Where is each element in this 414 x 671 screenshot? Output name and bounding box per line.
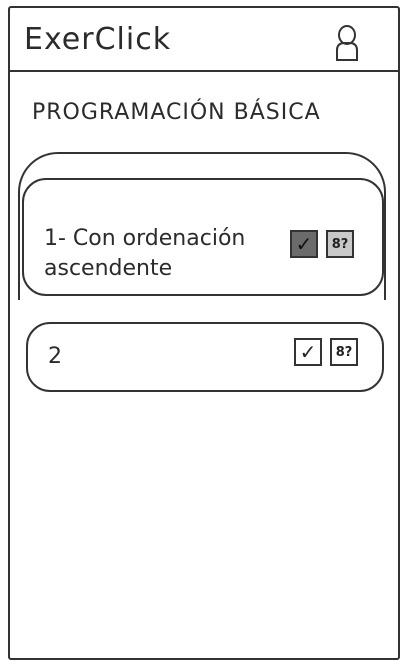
hint-icon[interactable]: 8? bbox=[330, 338, 358, 366]
app-screen: ExerClick PROGRAMACIÓN BÁSICA 1- Con ord… bbox=[0, 0, 414, 671]
check-icon[interactable]: ✓ bbox=[294, 338, 322, 366]
section-title: PROGRAMACIÓN BÁSICA bbox=[32, 100, 321, 125]
app-header: ExerClick bbox=[8, 6, 400, 72]
exercise-card-1[interactable]: 1- Con ordenación ascendente ✓ 8? bbox=[22, 178, 384, 296]
exercise-label: 2 bbox=[48, 344, 62, 369]
exercise-label: 1- Con ordenación ascendente bbox=[44, 226, 246, 281]
exercise-actions: ✓ 8? bbox=[290, 230, 354, 258]
user-icon[interactable] bbox=[334, 24, 360, 62]
exercise-card-2[interactable]: 2 ✓ 8? bbox=[26, 322, 384, 392]
app-title: ExerClick bbox=[24, 22, 172, 57]
check-icon[interactable]: ✓ bbox=[290, 230, 318, 258]
hint-icon[interactable]: 8? bbox=[326, 230, 354, 258]
exercise-actions: ✓ 8? bbox=[294, 338, 358, 366]
